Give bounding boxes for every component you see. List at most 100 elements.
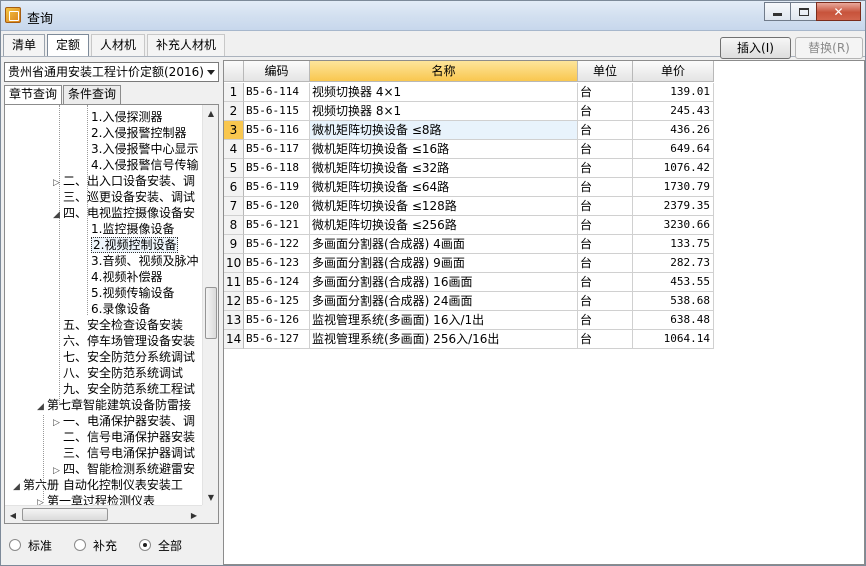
tree-node[interactable]: 2.视频控制设备 [81,237,179,253]
radio-standard[interactable]: 标准 [9,537,52,554]
cell-code[interactable]: B5-6-126 [244,311,310,330]
column-header-name[interactable]: 名称 [310,61,578,82]
maximize-button[interactable] [790,2,817,21]
tree-node[interactable]: 五、安全检查设备安装 [53,317,183,333]
cell-name[interactable]: 多画面分割器(合成器) 4画面 [310,235,578,254]
cell-code[interactable]: B5-6-121 [244,216,310,235]
cell-unit[interactable]: 台 [578,197,633,216]
row-number[interactable]: 6 [224,178,244,197]
cell-name[interactable]: 多画面分割器(合成器) 24画面 [310,292,578,311]
tree-node[interactable]: ◢ 第六册 自动化控制仪表安装工 [13,477,183,493]
scroll-right-icon[interactable]: ▶ [186,507,202,523]
tree-node[interactable]: 三、巡更设备安装、调试 [53,189,195,205]
collapse-arrow-icon[interactable]: ◢ [37,399,47,415]
tab-chapter-query[interactable]: 章节查询 [4,85,63,104]
tree-node[interactable]: 5.视频传输设备 [81,285,174,301]
quota-grid[interactable]: 编码 名称 单位 单价 1 B5-6-114 视频切换器 4×1 台 139.01 2 B5… [223,60,865,565]
row-number[interactable]: 1 [224,83,244,102]
tree-node[interactable]: 1.入侵探测器 [81,109,162,125]
cell-code[interactable]: B5-6-117 [244,140,310,159]
cell-unit[interactable]: 台 [578,159,633,178]
row-number[interactable]: 14 [224,330,244,349]
radio-all[interactable]: 全部 [139,537,182,554]
cell-price[interactable]: 538.68 [633,292,714,311]
cell-name[interactable]: 微机矩阵切换设备 ≤128路 [310,197,578,216]
expand-arrow-icon[interactable]: ▷ [37,495,47,505]
cell-code[interactable]: B5-6-125 [244,292,310,311]
tab-bill[interactable]: 清单 [3,34,46,56]
cell-price[interactable]: 1076.42 [633,159,714,178]
cell-price[interactable]: 453.55 [633,273,714,292]
collapse-arrow-icon[interactable]: ◢ [13,479,23,495]
row-number[interactable]: 13 [224,311,244,330]
cell-unit[interactable]: 台 [578,83,633,102]
minimize-button[interactable] [764,2,791,21]
cell-name[interactable]: 微机矩阵切换设备 ≤32路 [310,159,578,178]
tree-node[interactable]: 六、停车场管理设备安装 [53,333,195,349]
tree-node[interactable]: ◢ 四、电视监控摄像设备安 [53,205,195,221]
tree-node[interactable]: 九、安全防范系统工程试 [53,381,195,397]
cell-code[interactable]: B5-6-118 [244,159,310,178]
cell-code[interactable]: B5-6-114 [244,83,310,102]
cell-name[interactable]: 微机矩阵切换设备 ≤256路 [310,216,578,235]
cell-unit[interactable]: 台 [578,311,633,330]
tree-node[interactable]: ▷ 二、出入口设备安装、调 [53,173,195,189]
cell-code[interactable]: B5-6-123 [244,254,310,273]
cell-unit[interactable]: 台 [578,292,633,311]
collapse-arrow-icon[interactable]: ◢ [53,207,63,223]
tree-node[interactable]: 三、信号电涌保护器调试 [53,445,195,461]
horizontal-scroll-thumb[interactable] [22,508,108,521]
cell-code[interactable]: B5-6-116 [244,121,310,140]
cell-unit[interactable]: 台 [578,102,633,121]
cell-name[interactable]: 视频切换器 8×1 [310,102,578,121]
cell-price[interactable]: 649.64 [633,140,714,159]
cell-name[interactable]: 微机矩阵切换设备 ≤64路 [310,178,578,197]
cell-code[interactable]: B5-6-120 [244,197,310,216]
cell-price[interactable]: 436.26 [633,121,714,140]
tree-node[interactable]: 3.入侵报警中心显示 [81,141,198,157]
cell-price[interactable]: 245.43 [633,102,714,121]
cell-unit[interactable]: 台 [578,121,633,140]
scroll-left-icon[interactable]: ◀ [5,507,21,523]
row-number[interactable]: 2 [224,102,244,121]
cell-unit[interactable]: 台 [578,216,633,235]
cell-price[interactable]: 1730.79 [633,178,714,197]
vertical-scroll-thumb[interactable] [205,287,217,339]
tree-node[interactable]: ◢ 第七章智能建筑设备防雷接 [37,397,191,413]
tab-condition-query[interactable]: 条件查询 [63,85,122,104]
tab-supplement-labor-material-machine[interactable]: 补充人材机 [147,34,226,56]
cell-name[interactable]: 微机矩阵切换设备 ≤8路 [310,121,578,140]
quota-library-select[interactable]: 贵州省通用安装工程计价定额(2016) [4,62,219,82]
cell-name[interactable]: 监视管理系统(多画面) 16入/1出 [310,311,578,330]
cell-code[interactable]: B5-6-124 [244,273,310,292]
row-number[interactable]: 11 [224,273,244,292]
cell-price[interactable]: 133.75 [633,235,714,254]
cell-price[interactable]: 2379.35 [633,197,714,216]
cell-unit[interactable]: 台 [578,330,633,349]
row-number[interactable]: 12 [224,292,244,311]
cell-name[interactable]: 监视管理系统(多画面) 256入/16出 [310,330,578,349]
cell-unit[interactable]: 台 [578,140,633,159]
row-number[interactable]: 5 [224,159,244,178]
row-number[interactable]: 4 [224,140,244,159]
tab-quota[interactable]: 定额 [47,34,90,56]
row-number[interactable]: 10 [224,254,244,273]
cell-code[interactable]: B5-6-122 [244,235,310,254]
cell-price[interactable]: 139.01 [633,83,714,102]
scroll-down-icon[interactable]: ▼ [203,489,219,505]
radio-supplement[interactable]: 补充 [74,537,117,554]
replace-button[interactable]: 替换(R) [795,37,863,59]
column-header-code[interactable]: 编码 [244,61,310,82]
tree-node[interactable]: 3.音频、视频及脉冲 [81,253,198,269]
close-button[interactable]: ✕ [816,2,861,21]
tree-node[interactable]: 6.录像设备 [81,301,150,317]
row-number[interactable]: 8 [224,216,244,235]
tree-node[interactable]: ▷ 一、电涌保护器安装、调 [53,413,195,429]
tree-node[interactable]: 七、安全防范分系统调试 [53,349,195,365]
scroll-up-icon[interactable]: ▲ [203,105,219,121]
cell-code[interactable]: B5-6-119 [244,178,310,197]
tree-horizontal-scrollbar[interactable]: ◀ ▶ [5,505,202,523]
row-number[interactable]: 9 [224,235,244,254]
column-header-price[interactable]: 单价 [633,61,714,82]
cell-price[interactable]: 3230.66 [633,216,714,235]
